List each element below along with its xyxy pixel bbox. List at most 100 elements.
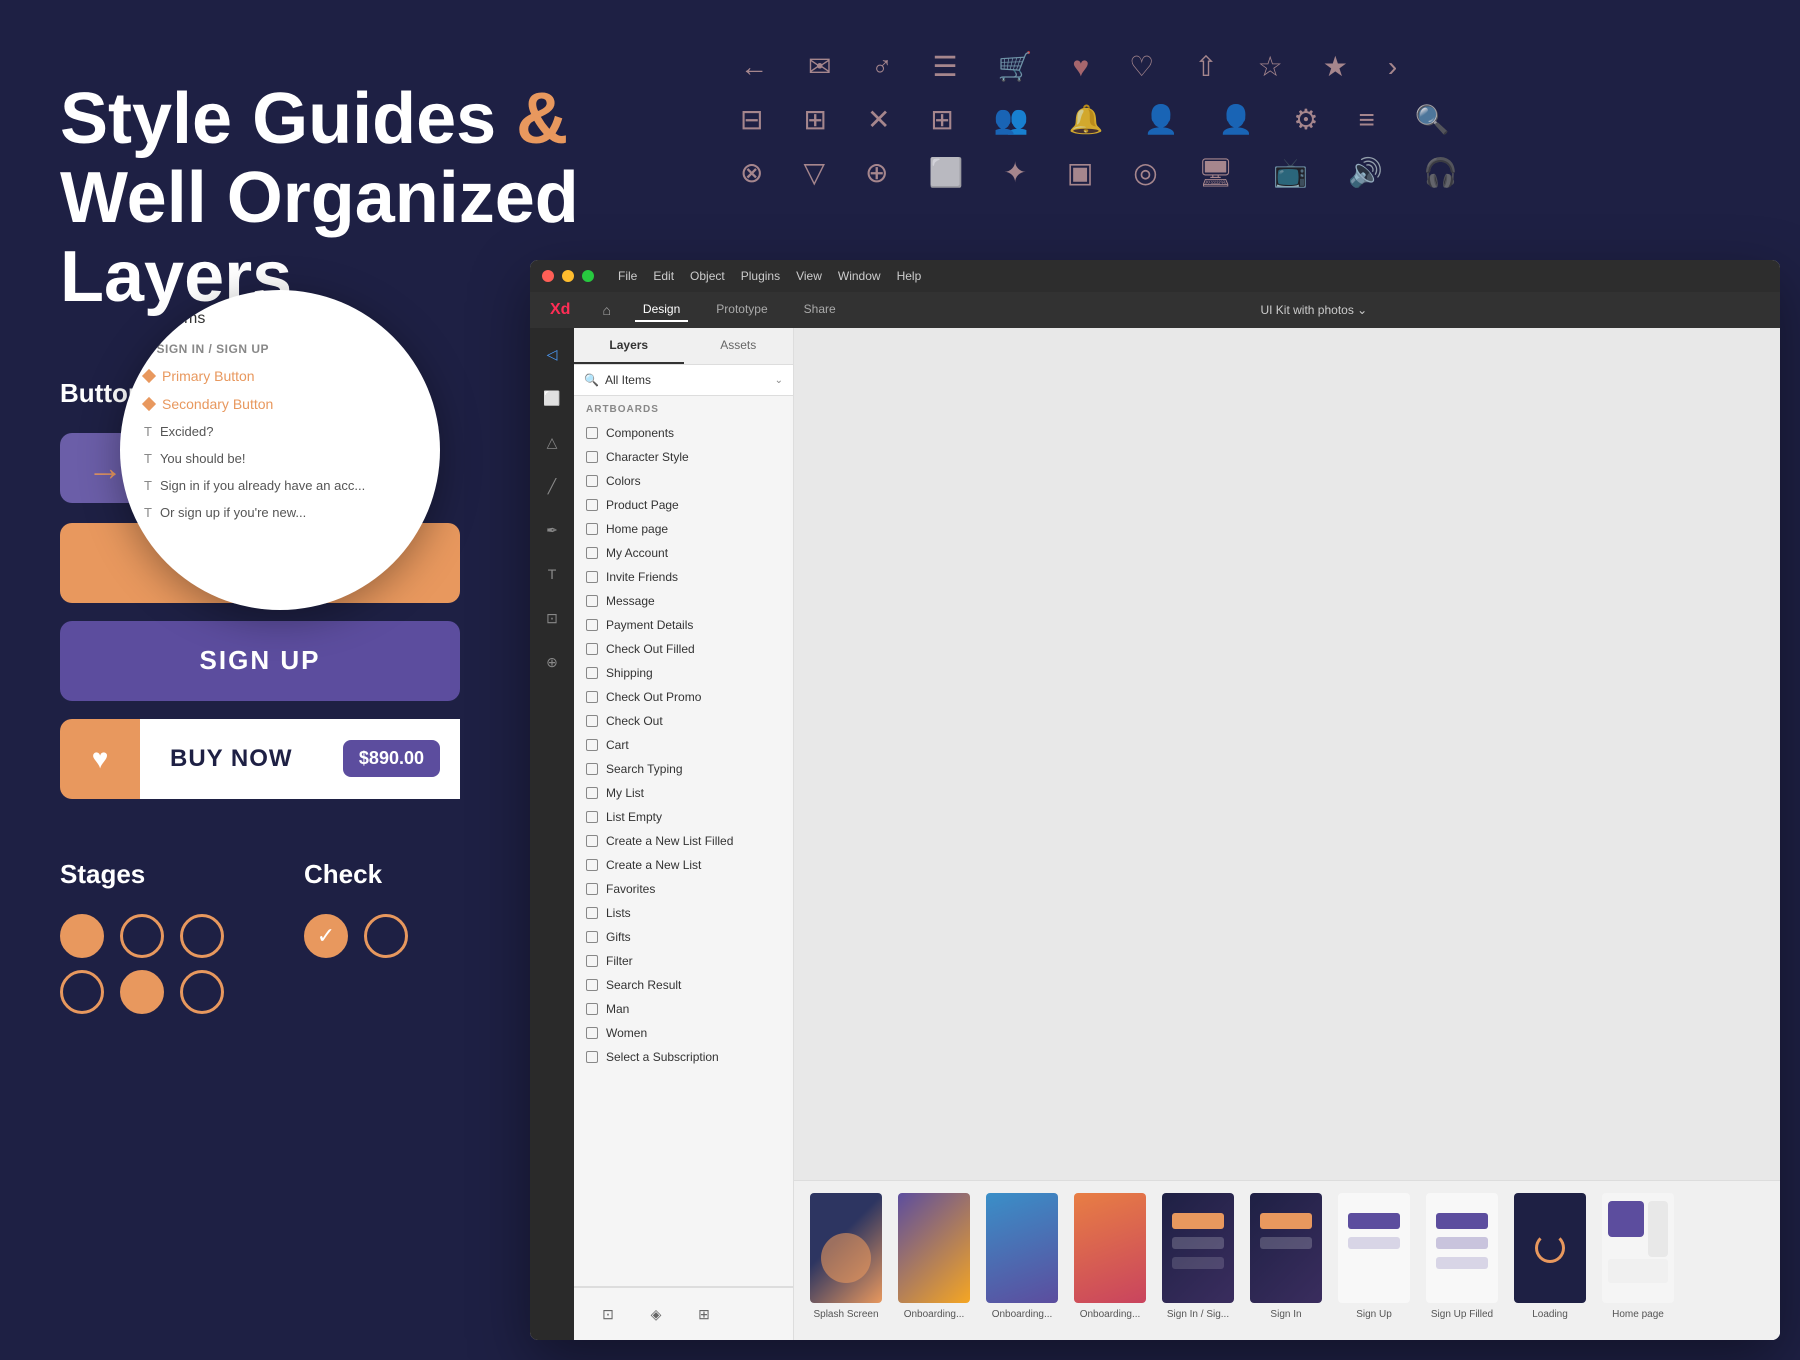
layer-item-list-empty[interactable]: List Empty — [574, 805, 793, 829]
layer-item-lists[interactable]: Lists — [574, 901, 793, 925]
layer-item-components[interactable]: Components — [574, 421, 793, 445]
layer-name-payment-details: Payment Details — [606, 618, 693, 632]
thumb-signup-filled[interactable]: Sign Up Filled — [1426, 1193, 1498, 1320]
menu-edit[interactable]: Edit — [653, 269, 674, 283]
thumb-label-signup: Sign Up — [1356, 1309, 1392, 1320]
panel-tab-layers[interactable]: Layers — [574, 328, 684, 364]
thumb-loading[interactable]: Loading — [1514, 1193, 1586, 1320]
check-circle-checked[interactable]: ✓ — [304, 914, 348, 958]
stage-circle-1[interactable] — [60, 914, 104, 958]
heart-outline-icon: ♡ — [1129, 50, 1154, 83]
layer-item-payment-details[interactable]: Payment Details — [574, 613, 793, 637]
thumb-label-onboard2: Onboarding... — [992, 1309, 1053, 1320]
search-input[interactable] — [605, 373, 769, 387]
thumb-onboard-1[interactable]: Onboarding... — [898, 1193, 970, 1320]
layer-item-message[interactable]: Message — [574, 589, 793, 613]
check-circle-unchecked[interactable] — [364, 914, 408, 958]
layer-name-product-page: Product Page — [606, 498, 679, 512]
thumb-onboard-3[interactable]: Onboarding... — [1074, 1193, 1146, 1320]
thumb-img-onboard2 — [986, 1193, 1058, 1303]
magnify-category-label: SIGN IN / SIGN UP — [157, 342, 270, 356]
thumb-signup[interactable]: Sign Up — [1338, 1193, 1410, 1320]
layer-item-man[interactable]: Man — [574, 997, 793, 1021]
menu-view[interactable]: View — [796, 269, 822, 283]
menu-object[interactable]: Object — [690, 269, 725, 283]
magnify-item-2: Secondary Button — [144, 390, 416, 418]
thumb-signin[interactable]: Sign In — [1250, 1193, 1322, 1320]
tab-share[interactable]: Share — [796, 298, 844, 322]
plus-circle-icon: ⊕ — [865, 156, 888, 189]
layer-item-product-page[interactable]: Product Page — [574, 493, 793, 517]
layer-item-home-page[interactable]: Home page — [574, 517, 793, 541]
menu-plugins[interactable]: Plugins — [741, 269, 780, 283]
tool-pen[interactable]: ✒ — [538, 516, 566, 544]
layer-item-my-account[interactable]: My Account — [574, 541, 793, 565]
tool-artboard[interactable]: ⊡ — [538, 604, 566, 632]
layer-item-subscription[interactable]: Select a Subscription — [574, 1045, 793, 1069]
heart-button[interactable]: ♥ — [60, 719, 140, 799]
layer-item-women[interactable]: Women — [574, 1021, 793, 1045]
panel-icon-layers[interactable]: ⊡ — [586, 1296, 630, 1332]
magnify-category: ‹ SIGN IN / SIGN UP — [144, 336, 416, 362]
panel-icon-plugins[interactable]: ⊞ — [682, 1296, 726, 1332]
tool-line[interactable]: ╱ — [538, 472, 566, 500]
menu-help[interactable]: Help — [897, 269, 922, 283]
layer-item-colors[interactable]: Colors — [574, 469, 793, 493]
stage-circle-5[interactable] — [120, 970, 164, 1014]
layer-icon-product-page — [586, 499, 598, 511]
layer-item-favorites[interactable]: Favorites — [574, 877, 793, 901]
magnify-item-1: Primary Button — [144, 362, 416, 390]
stage-circle-3[interactable] — [180, 914, 224, 958]
layer-item-search-result[interactable]: Search Result — [574, 973, 793, 997]
titlebar-maximize[interactable] — [582, 270, 594, 282]
buy-now-button[interactable]: BUY NOW $890.00 — [140, 719, 460, 799]
tool-text[interactable]: T — [538, 560, 566, 588]
menu-window[interactable]: Window — [838, 269, 881, 283]
layer-name-colors: Colors — [606, 474, 641, 488]
tab-design[interactable]: Design — [635, 298, 688, 322]
layer-name-checkout: Check Out — [606, 714, 663, 728]
layer-item-filter[interactable]: Filter — [574, 949, 793, 973]
male-icon: ♂ — [871, 51, 892, 83]
layer-item-create-list[interactable]: Create a New List — [574, 853, 793, 877]
titlebar-minimize[interactable] — [562, 270, 574, 282]
thumb-img-loading — [1514, 1193, 1586, 1303]
stage-circle-4[interactable] — [60, 970, 104, 1014]
layer-item-gifts[interactable]: Gifts — [574, 925, 793, 949]
titlebar-close[interactable] — [542, 270, 554, 282]
icon-row-1: ← ✉ ♂ ☰ 🛒 ♥ ♡ ⇧ ☆ ★ › — [740, 50, 1780, 83]
home-icon[interactable]: ⌂ — [602, 302, 610, 318]
layer-item-invite-friends[interactable]: Invite Friends — [574, 565, 793, 589]
thumb-label-signup-filled: Sign Up Filled — [1431, 1309, 1493, 1320]
thumb-splash-screen[interactable]: Splash Screen — [810, 1193, 882, 1320]
stage-circle-2[interactable] — [120, 914, 164, 958]
signup-button[interactable]: SIGN UP — [60, 621, 460, 701]
tool-select[interactable]: ◁ — [538, 340, 566, 368]
panel-tab-assets[interactable]: Assets — [684, 328, 794, 364]
tool-zoom[interactable]: ⊕ — [538, 648, 566, 676]
close-icon: ✕ — [867, 103, 890, 136]
layer-item-checkout-promo[interactable]: Check Out Promo — [574, 685, 793, 709]
thumb-signin-signup[interactable]: Sign In / Sig... — [1162, 1193, 1234, 1320]
tool-ellipse[interactable]: △ — [538, 428, 566, 456]
layer-item-checkout[interactable]: Check Out — [574, 709, 793, 733]
thumb-home-page[interactable]: Home page — [1602, 1193, 1674, 1320]
layer-item-search-typing[interactable]: Search Typing — [574, 757, 793, 781]
layer-name-subscription: Select a Subscription — [606, 1050, 719, 1064]
tab-prototype[interactable]: Prototype — [708, 298, 775, 322]
thumb-onboard-2[interactable]: Onboarding... — [986, 1193, 1058, 1320]
layer-item-character-style[interactable]: Character Style — [574, 445, 793, 469]
stage-circle-6[interactable] — [180, 970, 224, 1014]
menu-file[interactable]: File — [618, 269, 637, 283]
layer-item-cart[interactable]: Cart — [574, 733, 793, 757]
magnify-item-3: T Excided? — [144, 418, 416, 445]
layer-name-invite-friends: Invite Friends — [606, 570, 678, 584]
layer-item-shipping[interactable]: Shipping — [574, 661, 793, 685]
layer-item-my-list[interactable]: My List — [574, 781, 793, 805]
tool-rectangle[interactable]: ⬜ — [538, 384, 566, 412]
layer-item-create-list-filled[interactable]: Create a New List Filled — [574, 829, 793, 853]
panel-icon-assets[interactable]: ◈ — [634, 1296, 678, 1332]
layer-icon-man — [586, 1003, 598, 1015]
layer-item-checkout-filled[interactable]: Check Out Filled — [574, 637, 793, 661]
magnify-item-5: T Sign in if you already have an acc... — [144, 472, 416, 499]
